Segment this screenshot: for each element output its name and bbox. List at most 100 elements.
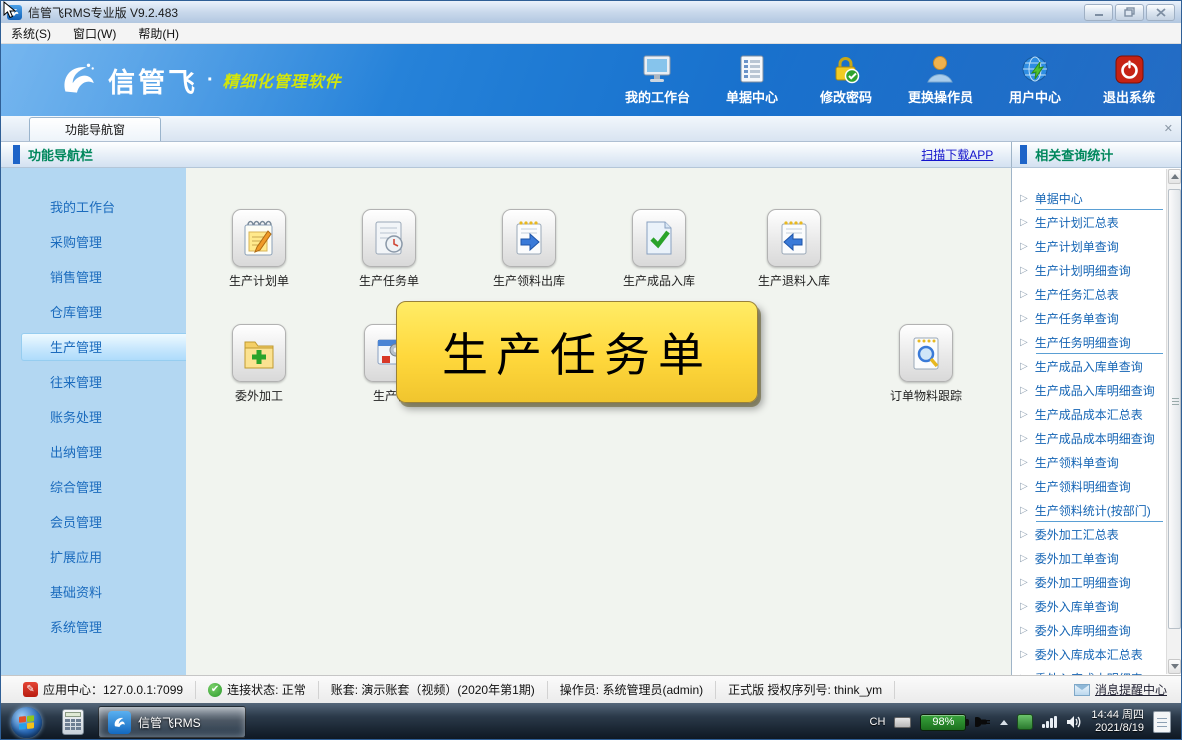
tray-expand-icon[interactable] bbox=[1000, 720, 1008, 725]
sidebar-item-member[interactable]: 会员管理 bbox=[21, 508, 186, 536]
icon-material-out[interactable]: 生产领料出库 bbox=[474, 209, 584, 289]
power-plug-icon bbox=[975, 715, 991, 729]
toolbar-item-label: 用户中心 bbox=[1009, 87, 1061, 106]
query-item-label: 生产成品成本明细查询 bbox=[1035, 430, 1155, 447]
rms-logo-icon bbox=[108, 711, 131, 734]
query-item-label: 生产领料单查询 bbox=[1035, 454, 1119, 471]
status-message-center[interactable]: 消息提醒中心 bbox=[1074, 681, 1171, 698]
triangle-bullet-icon: ▷ bbox=[1020, 649, 1028, 660]
query-item-label: 委外加工汇总表 bbox=[1035, 526, 1119, 543]
status-account: 账套: 演示账套（视频）(2020年第1期) bbox=[319, 681, 548, 699]
icon-production-plan[interactable]: 生产计划单 bbox=[204, 209, 314, 289]
restore-button[interactable] bbox=[1115, 4, 1144, 21]
query-list-item[interactable]: ▷ 委外加工汇总表 bbox=[1012, 522, 1165, 546]
tray-clock[interactable]: 14:44 周四 2021/8/19 bbox=[1091, 709, 1144, 735]
query-list-item[interactable]: ▷生产领料统计(按部门) bbox=[1012, 498, 1165, 522]
section-header-band: 功能导航栏 扫描下载APP 相关查询统计 bbox=[1, 142, 1181, 168]
query-list-item[interactable]: ▷生产任务汇总表 bbox=[1012, 282, 1165, 306]
toolbar-item-change-password[interactable]: 修改密码 bbox=[814, 55, 878, 106]
tray-app-icon[interactable] bbox=[1017, 714, 1033, 730]
query-list-item[interactable]: ▷生产领料单查询 bbox=[1012, 450, 1165, 474]
icon-production-task[interactable]: 生产任务单 bbox=[334, 209, 444, 289]
icon-outsourcing[interactable]: 委外加工 bbox=[204, 324, 314, 404]
triangle-bullet-icon: ▷ bbox=[1020, 529, 1028, 540]
sidebar-item-system[interactable]: 系统管理 bbox=[21, 613, 186, 641]
menu-window[interactable]: 窗口(W) bbox=[73, 25, 116, 42]
sidebar-item-accounting[interactable]: 账务处理 bbox=[21, 403, 186, 431]
query-list-item[interactable]: ▷生产计划明细查询 bbox=[1012, 258, 1165, 282]
sidebar-item-warehouse[interactable]: 仓库管理 bbox=[21, 298, 186, 326]
query-list-item[interactable]: ▷委外入库成本明细表 bbox=[1012, 666, 1165, 675]
sidebar-item-extension[interactable]: 扩展应用 bbox=[21, 543, 186, 571]
account-text: 账套: 演示账套（视频）(2020年第1期) bbox=[331, 681, 535, 698]
query-list-item[interactable]: ▷生产任务明细查询 bbox=[1012, 330, 1165, 354]
message-center-link[interactable]: 消息提醒中心 bbox=[1095, 681, 1167, 698]
query-list-item[interactable]: ▷委外入库单查询 bbox=[1012, 594, 1165, 618]
language-indicator[interactable]: CH bbox=[870, 716, 886, 728]
query-list-item[interactable]: ▷委外加工明细查询 bbox=[1012, 570, 1165, 594]
sidebar-item-basedata[interactable]: 基础资料 bbox=[21, 578, 186, 606]
status-license: 正式版 授权序列号: think_ym bbox=[716, 681, 895, 699]
network-signal-icon[interactable] bbox=[1042, 716, 1057, 728]
nav-bar-title: 功能导航栏 bbox=[28, 145, 93, 164]
triangle-bullet-icon: ▷ bbox=[1020, 601, 1028, 612]
scrollbar[interactable] bbox=[1166, 169, 1181, 674]
start-button[interactable] bbox=[11, 707, 42, 738]
menu-help[interactable]: 帮助(H) bbox=[138, 25, 179, 42]
query-list-item[interactable]: ▷委外入库明细查询 bbox=[1012, 618, 1165, 642]
download-app-link[interactable]: 扫描下载APP bbox=[921, 146, 993, 163]
folder-plus-icon bbox=[240, 332, 278, 374]
icon-product-in[interactable]: 生产成品入库 bbox=[604, 209, 714, 289]
query-list-item[interactable]: ▷生产计划单查询 bbox=[1012, 234, 1165, 258]
menu-system[interactable]: 系统(S) bbox=[11, 25, 51, 42]
battery-indicator[interactable]: 98% bbox=[920, 714, 966, 731]
query-list-item[interactable]: ▷生产领料明细查询 bbox=[1012, 474, 1165, 498]
query-panel-title: 相关查询统计 bbox=[1035, 145, 1113, 164]
minimize-button[interactable] bbox=[1084, 4, 1113, 21]
speaker-icon[interactable] bbox=[1066, 715, 1082, 729]
notes-tray-icon[interactable] bbox=[1153, 711, 1171, 733]
scroll-up-icon[interactable] bbox=[1168, 169, 1181, 184]
scrollbar-thumb[interactable] bbox=[1168, 189, 1181, 629]
sidebar-item-workbench[interactable]: 我的工作台 bbox=[21, 193, 186, 221]
sidebar-item-contacts[interactable]: 往来管理 bbox=[21, 368, 186, 396]
app-window: 信管飞RMS专业版 V9.2.483 系统(S) 窗口(W) 帮助(H) 信管飞… bbox=[0, 0, 1182, 740]
query-list-item[interactable]: ▷生产成品入库明细查询 bbox=[1012, 378, 1165, 402]
toolbar-item-switch-operator[interactable]: 更换操作员 bbox=[908, 55, 973, 106]
toolbar-item-workbench[interactable]: 我的工作台 bbox=[625, 55, 690, 106]
app-header: 信管飞 · 精细化管理软件 我的工作台 单据中心 修改密码 更换操作员 bbox=[1, 44, 1181, 116]
sidebar-item-cashier[interactable]: 出纳管理 bbox=[21, 438, 186, 466]
tab-function-navigator[interactable]: 功能导航窗 bbox=[29, 117, 161, 141]
query-list-item[interactable]: ▷生产成品成本汇总表 bbox=[1012, 402, 1165, 426]
taskbar-calculator-button[interactable] bbox=[56, 706, 90, 738]
sidebar-item-purchase[interactable]: 采购管理 bbox=[21, 228, 186, 256]
keyboard-icon[interactable] bbox=[894, 717, 911, 728]
sidebar-item-production[interactable]: 生产管理 bbox=[21, 333, 186, 361]
query-list-item[interactable]: ▷委外入库成本汇总表 bbox=[1012, 642, 1165, 666]
toolbar-item-exit-system[interactable]: 退出系统 bbox=[1097, 55, 1161, 106]
license-text: 正式版 授权序列号: think_ym bbox=[728, 681, 882, 698]
toolbar-item-user-center[interactable]: 用户中心 bbox=[1003, 55, 1067, 106]
triangle-bullet-icon: ▷ bbox=[1020, 553, 1028, 564]
query-list-item[interactable]: ▷生产计划汇总表 bbox=[1012, 210, 1165, 234]
sidebar-item-general[interactable]: 综合管理 bbox=[21, 473, 186, 501]
query-list-item[interactable]: ▷生产成品入库单查询 bbox=[1012, 354, 1165, 378]
query-list-item[interactable]: ▷生产任务单查询 bbox=[1012, 306, 1165, 330]
tabstrip-close-icon[interactable]: ✕ bbox=[1164, 122, 1173, 135]
monitor-icon bbox=[642, 55, 672, 84]
icon-material-return[interactable]: 生产退料入库 bbox=[739, 209, 849, 289]
icon-order-trace[interactable]: 订单物料跟踪 bbox=[871, 324, 981, 404]
toolbar-item-document-center[interactable]: 单据中心 bbox=[720, 55, 784, 106]
query-list-item[interactable]: ▷委外加工单查询 bbox=[1012, 546, 1165, 570]
sidebar-item-sales[interactable]: 销售管理 bbox=[21, 263, 186, 291]
toolbar-item-label: 修改密码 bbox=[820, 87, 872, 106]
taskbar-app-label: 信管飞RMS bbox=[138, 714, 201, 731]
query-list-item[interactable]: ▷单据中心 bbox=[1012, 186, 1165, 210]
status-operator: 操作员: 系统管理员(admin) bbox=[548, 681, 716, 699]
scroll-down-icon[interactable] bbox=[1168, 659, 1181, 674]
connection-text: 连接状态: 正常 bbox=[227, 681, 306, 698]
query-list-item[interactable]: ▷生产成品成本明细查询 bbox=[1012, 426, 1165, 450]
taskbar-app-button[interactable]: 信管飞RMS bbox=[98, 706, 246, 738]
close-button[interactable] bbox=[1146, 4, 1175, 21]
triangle-bullet-icon: ▷ bbox=[1020, 361, 1028, 372]
